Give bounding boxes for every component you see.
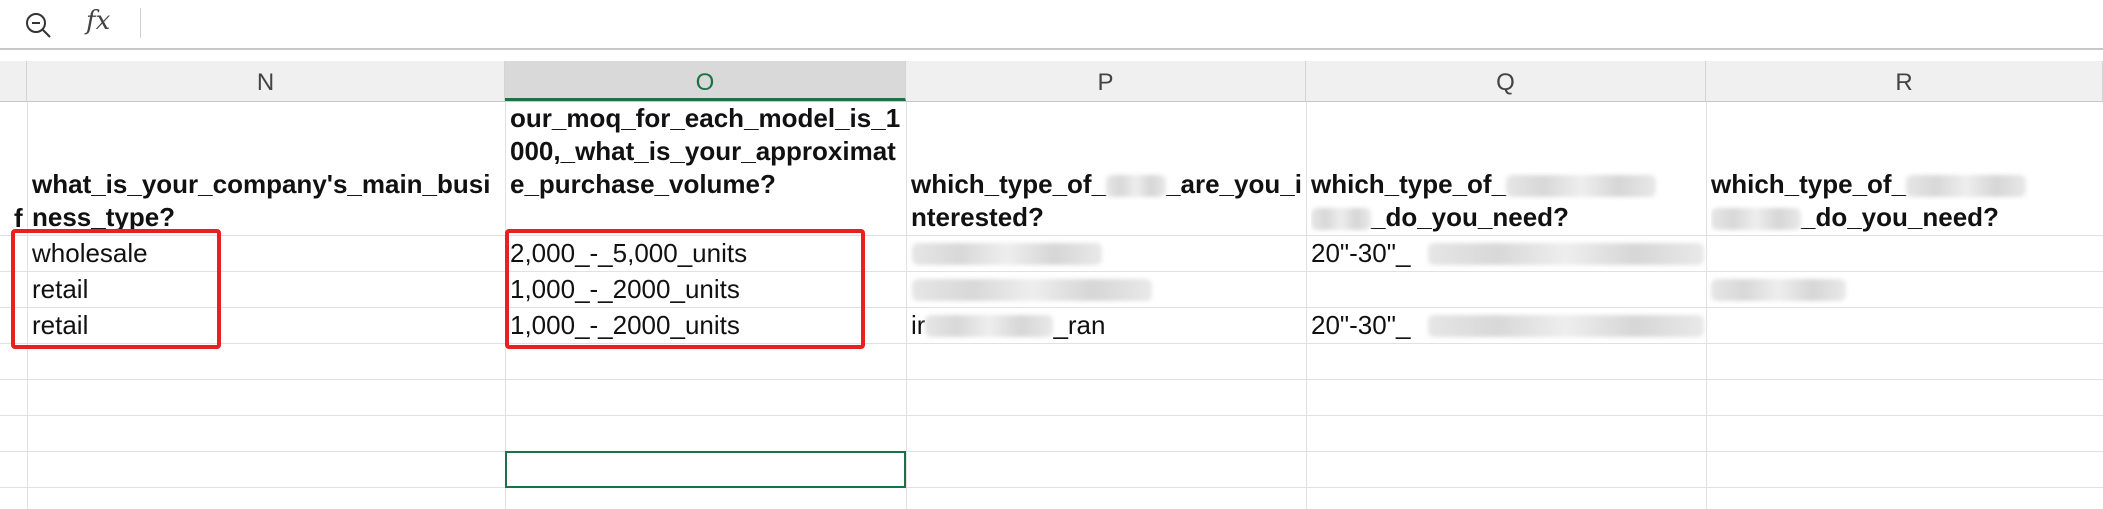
redacted-text [1311,208,1371,230]
highlight-box-o [505,229,865,349]
zoom-out-icon[interactable] [22,9,54,41]
redacted-text [1428,243,1704,265]
formula-bar-divider [140,8,141,38]
redacted-text [1506,175,1657,197]
redacted-text [1428,315,1704,337]
header-q-part2: _do_you_need? [1371,202,1569,232]
grid-line [0,415,2103,416]
column-header-r[interactable]: R [1706,61,2103,101]
column-header-p[interactable]: P [906,61,1306,101]
column-header-stub[interactable] [0,61,27,101]
redacted-text [1711,279,1846,301]
redacted-text [912,279,1152,301]
grid-line [0,343,2103,344]
cell-p4-part2: _ran [1053,310,1106,340]
fx-icon[interactable]: fx [86,6,110,36]
grid-line [0,379,2103,380]
cell-q2-text: 20"-30"_ [1311,238,1411,268]
formula-bar: fx [0,0,2103,48]
grid-line [0,487,2103,488]
header-p-part1: which_type_of_ [911,169,1107,199]
cell-p4[interactable]: ir _ran [911,308,1303,342]
grid-line [1306,102,1307,509]
redacted-text [1106,175,1167,197]
redacted-text [1906,175,2027,197]
header-q-part1: which_type_of_ [1311,169,1507,199]
column-header-q[interactable]: Q [1306,61,1706,101]
header-r-part1: which_type_of_ [1711,169,1907,199]
cell-q4-text: 20"-30"_ [1311,310,1411,340]
grid-line [1706,102,1707,509]
header-cell-q[interactable]: which_type_of__do_you_need? [1311,168,1703,234]
header-r-part2: _do_you_need? [1801,202,1999,232]
column-header-row: N O P Q R [0,61,2103,102]
spreadsheet-grid[interactable]: f what_is_your_company's_main_business_t… [0,102,2103,509]
header-p-part2: _are_ [1166,169,1235,199]
header-cell-r[interactable]: which_type_of__do_you_need? [1711,168,2103,234]
redacted-text [912,243,1102,265]
header-cell-n[interactable]: what_is_your_company's_main_business_typ… [32,168,500,234]
cell-p4-part1: ir [911,310,926,340]
active-cell-selection[interactable] [505,451,906,488]
column-header-n[interactable]: N [27,61,505,101]
redacted-text [925,315,1054,337]
column-header-o[interactable]: O [505,61,906,101]
header-cell-p[interactable]: which_type_of_ _are_you_interested? [911,168,1303,234]
highlight-box-n [11,229,221,349]
redacted-text [1711,208,1801,230]
grid-line [906,102,907,509]
formula-input[interactable] [150,6,2094,42]
grid-line [0,451,2103,452]
formula-bar-border [0,48,2103,50]
header-cell-o[interactable]: our_moq_for_each_model_is_1000,_what_is_… [510,102,902,234]
